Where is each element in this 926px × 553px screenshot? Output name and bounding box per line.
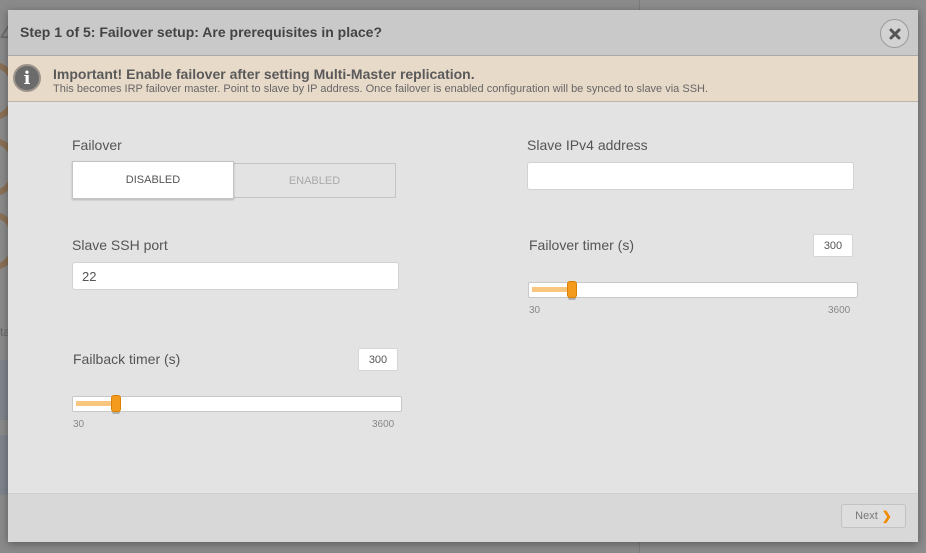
failback-timer-label: Failback timer (s) [73,351,181,367]
slave-ipv4-label: Slave IPv4 address [527,137,648,153]
next-label: Next [855,510,878,522]
slave-ssh-port-input[interactable] [72,262,399,290]
failover-label: Failover [72,137,122,153]
modal-header: Step 1 of 5: Failover setup: Are prerequ… [8,10,918,56]
important-alert: i Important! Enable failover after setti… [8,56,918,102]
info-icon: i [13,64,41,92]
failover-disabled-option[interactable]: DISABLED [72,161,234,199]
failback-timer-fill [76,401,112,406]
slave-ipv4-input[interactable] [527,162,854,190]
failback-timer-min: 30 [73,419,85,430]
modal-footer: Next ❯ [8,493,918,542]
failback-timer-handle[interactable] [111,395,121,412]
failback-timer-value[interactable]: 300 [358,348,398,371]
slave-ssh-port-label: Slave SSH port [72,237,168,253]
failover-toggle: DISABLED ENABLED [72,161,396,199]
failover-enabled-option[interactable]: ENABLED [233,163,396,198]
failover-timer-value[interactable]: 300 [813,234,853,257]
failback-timer-slider[interactable] [72,395,402,412]
failover-timer-fill [532,287,568,292]
close-button[interactable] [880,19,909,48]
failover-timer-handle[interactable] [567,281,577,298]
failover-setup-modal: Step 1 of 5: Failover setup: Are prerequ… [8,10,918,542]
failover-timer-min: 30 [529,305,541,316]
modal-title: Step 1 of 5: Failover setup: Are prerequ… [20,24,383,40]
failover-timer-label: Failover timer (s) [529,237,635,253]
failback-timer-max: 3600 [372,419,395,430]
failover-timer-slider[interactable] [528,281,858,298]
alert-title: Important! Enable failover after setting… [53,66,475,82]
alert-text: This becomes IRP failover master. Point … [53,83,709,95]
next-button[interactable]: Next ❯ [841,504,906,528]
chevron-right-icon: ❯ [881,509,892,523]
failover-timer-max: 3600 [828,305,851,316]
close-icon [889,28,900,39]
